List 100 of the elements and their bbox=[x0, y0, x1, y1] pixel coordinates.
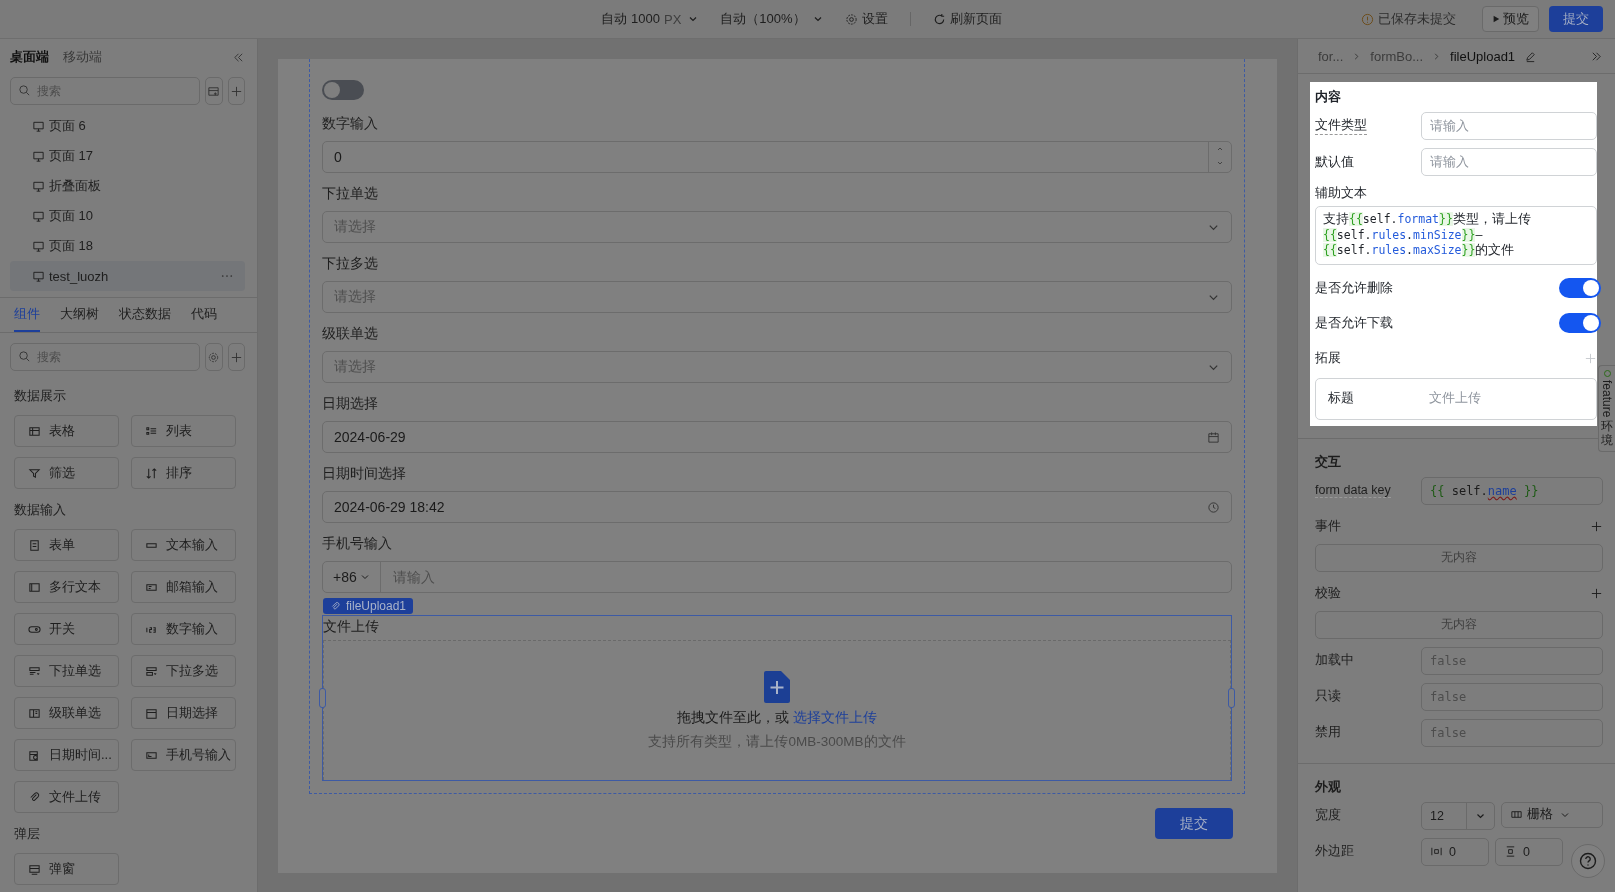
more-icon[interactable] bbox=[221, 274, 233, 278]
width-select[interactable]: 自动 1000 PX bbox=[601, 10, 699, 28]
field-label: 级联单选 bbox=[322, 325, 379, 343]
extension-key: 标题 bbox=[1328, 390, 1429, 407]
chevron-down-icon bbox=[359, 572, 370, 582]
calendar-icon bbox=[1207, 430, 1220, 444]
data-key-field[interactable]: {{ self.name }} bbox=[1421, 476, 1603, 505]
refresh-button[interactable]: 刷新页面 bbox=[932, 10, 1002, 28]
horizontal-margin-input[interactable]: 0 bbox=[1421, 837, 1489, 866]
property-label: 是否允许下载 bbox=[1315, 314, 1393, 332]
search-icon bbox=[18, 84, 31, 97]
drop-instruction: 拖拽文件至此，或 bbox=[677, 708, 790, 725]
platform-tab[interactable]: 移动端 bbox=[63, 48, 102, 66]
page-item[interactable]: 页面 10 bbox=[10, 201, 245, 231]
save-status: 已保存未提交 bbox=[1361, 10, 1456, 28]
monitor-icon bbox=[32, 239, 45, 253]
page-item[interactable]: 页面 6 bbox=[10, 111, 245, 141]
component-item[interactable]: 文本输入 bbox=[131, 529, 236, 561]
add-button[interactable] bbox=[227, 343, 245, 371]
date-field[interactable]: 2024-06-29 18:42 bbox=[322, 491, 1232, 523]
component-item[interactable]: 表格 bbox=[14, 415, 119, 447]
component-item[interactable]: 级联单选 bbox=[14, 697, 119, 729]
component-item[interactable]: 文件上传 bbox=[14, 781, 119, 813]
section-title: 内容 bbox=[1315, 88, 1342, 106]
toggle-switch[interactable] bbox=[322, 80, 364, 100]
component-item[interactable]: 开关 bbox=[14, 613, 119, 645]
panel-tab[interactable]: 状态数据 bbox=[119, 298, 171, 332]
component-item[interactable]: 下拉多选 bbox=[131, 655, 236, 687]
component-item[interactable]: 排序 bbox=[131, 457, 236, 489]
breadcrumb-item[interactable]: for... bbox=[1318, 48, 1344, 64]
platform-tab[interactable]: 桌面端 bbox=[10, 48, 49, 66]
field-label: 日期时间选择 bbox=[322, 465, 407, 483]
component-item[interactable]: 列表 bbox=[131, 415, 236, 447]
warning-icon bbox=[1361, 12, 1374, 26]
number-input[interactable]: 0 bbox=[322, 141, 1232, 173]
component-item[interactable]: 弹窗 bbox=[14, 853, 119, 885]
monitor-icon bbox=[32, 269, 45, 283]
add-page-folder-button[interactable] bbox=[205, 77, 223, 105]
textarea-component-icon bbox=[28, 580, 41, 594]
resize-handle[interactable] bbox=[1228, 688, 1235, 708]
plus-icon bbox=[229, 84, 243, 98]
toggle-switch[interactable] bbox=[1559, 278, 1601, 298]
submit-button[interactable]: 提交 bbox=[1549, 6, 1603, 32]
panel-tab[interactable]: 代码 bbox=[191, 298, 217, 332]
panel-tab[interactable]: 大纲树 bbox=[60, 298, 99, 332]
sort-component-icon bbox=[145, 466, 158, 480]
property-label: 默认值 bbox=[1315, 153, 1354, 171]
country-code-select[interactable]: +86 bbox=[323, 562, 381, 592]
component-item[interactable]: 邮箱输入 bbox=[131, 571, 236, 603]
chevron-down-icon bbox=[688, 14, 699, 24]
property-label: form data key bbox=[1315, 483, 1391, 498]
monitor-icon bbox=[32, 209, 45, 223]
help-button[interactable] bbox=[1571, 844, 1605, 878]
add-button[interactable] bbox=[227, 77, 245, 105]
component-item[interactable]: 表单 bbox=[14, 529, 119, 561]
refresh-icon bbox=[932, 12, 946, 26]
component-item[interactable]: 日期时间... bbox=[14, 739, 119, 771]
toggle-switch[interactable] bbox=[1559, 313, 1601, 333]
breadcrumb-item[interactable]: fileUpload1 bbox=[1450, 48, 1516, 64]
columns-icon bbox=[1510, 808, 1523, 821]
vertical-margin-input[interactable]: 0 bbox=[1495, 837, 1563, 866]
component-item[interactable]: 日期选择 bbox=[131, 697, 236, 729]
submit-button[interactable]: 提交 bbox=[1155, 808, 1233, 839]
component-item[interactable]: 筛选 bbox=[14, 457, 119, 489]
date-field[interactable]: 2024-06-29 bbox=[322, 421, 1232, 453]
file-add-icon bbox=[764, 670, 790, 703]
property-label: 只读 bbox=[1315, 688, 1341, 705]
property-label: 事件 bbox=[1315, 517, 1341, 535]
settings-button[interactable]: 设置 bbox=[844, 10, 888, 28]
width-input[interactable]: 12 bbox=[1421, 801, 1495, 830]
environment-tab[interactable]: feature 环境 bbox=[1598, 365, 1615, 452]
component-item[interactable]: 手机号输入 bbox=[131, 739, 236, 771]
resize-handle[interactable] bbox=[319, 688, 326, 708]
add-icon[interactable] bbox=[1590, 586, 1603, 600]
page-name: 页面 6 bbox=[49, 117, 86, 135]
helper-text-field[interactable]: 支持{{self.format}}类型，请上传 {{self.rules.minSize}}– {{self.rules.maxSize}}的文件 bbox=[1315, 206, 1597, 265]
modal-component-icon bbox=[28, 862, 41, 876]
select-file-link[interactable]: 选择文件上传 bbox=[792, 708, 877, 725]
unit-select[interactable]: 栅格 bbox=[1501, 801, 1603, 828]
field-label: 数字输入 bbox=[322, 115, 379, 133]
add-icon[interactable] bbox=[1590, 519, 1603, 533]
group-title: 弹层 bbox=[14, 825, 41, 843]
page-item[interactable]: test_luozh bbox=[10, 261, 245, 291]
page-item[interactable]: 页面 17 bbox=[10, 141, 245, 171]
component-item[interactable]: 数字输入 bbox=[131, 613, 236, 645]
page-item[interactable]: 页面 18 bbox=[10, 231, 245, 261]
component-item[interactable]: 多行文本 bbox=[14, 571, 119, 603]
property-label: 校验 bbox=[1315, 584, 1341, 602]
page-item[interactable]: 折叠面板 bbox=[10, 171, 245, 201]
empty-list: 无内容 bbox=[1315, 543, 1603, 572]
field-label: 下拉单选 bbox=[322, 185, 379, 203]
search-icon bbox=[18, 350, 31, 363]
component-item[interactable]: 下拉单选 bbox=[14, 655, 119, 687]
zoom-select[interactable]: 自动（100%） bbox=[720, 10, 823, 28]
panel-tab[interactable]: 组件 bbox=[14, 298, 40, 332]
edit-icon[interactable] bbox=[1524, 49, 1538, 63]
settings-button[interactable] bbox=[205, 343, 223, 371]
preview-button[interactable]: 预览 bbox=[1482, 6, 1539, 32]
field-label: 日期选择 bbox=[322, 395, 379, 413]
breadcrumb-item[interactable]: formBo... bbox=[1370, 48, 1424, 64]
